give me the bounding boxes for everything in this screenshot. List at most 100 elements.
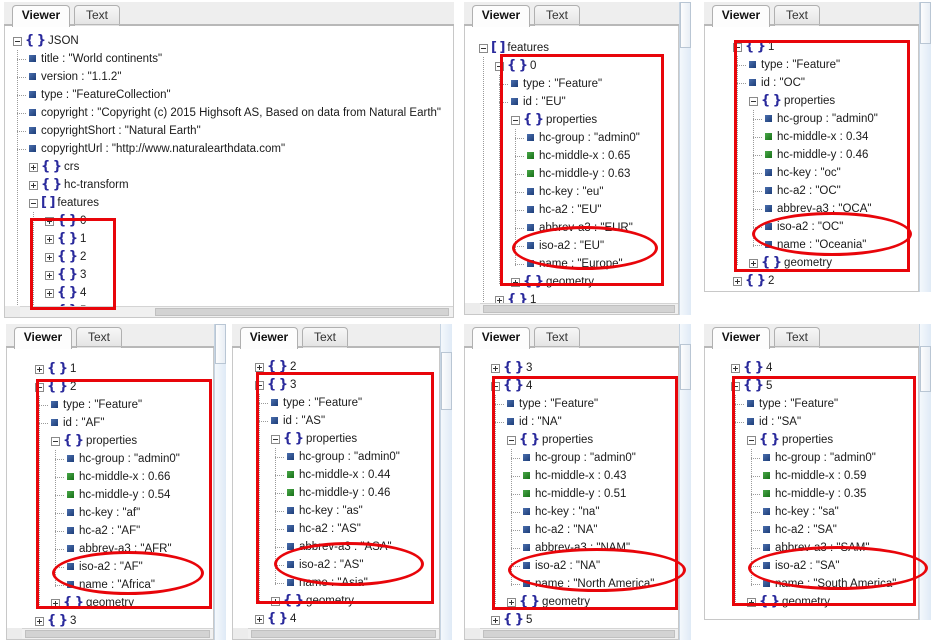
vertical-scroll-thumb[interactable] (680, 344, 691, 390)
plus-box-icon[interactable] (45, 289, 54, 298)
plus-box-icon[interactable] (747, 598, 756, 607)
json-tree-container[interactable]: { }1{ }2type : "Feature"id : "AF"{ }prop… (6, 348, 214, 640)
json-tree[interactable]: [ ]features{ }0type : "Feature"id : "EU"… (465, 26, 678, 314)
plus-box-icon[interactable] (507, 598, 516, 607)
tree-node-row[interactable]: { }4 (45, 284, 86, 302)
tree-node-row[interactable]: version : "1.1.2" (29, 68, 121, 86)
tree-node-row[interactable]: { }3 (255, 376, 296, 394)
tree-node-row[interactable]: hc-middle-x : 0.65 (527, 147, 630, 165)
tab-viewer[interactable]: Viewer (472, 5, 530, 27)
tree-node-row[interactable]: iso-a2 : "NA" (523, 557, 600, 575)
plus-box-icon[interactable] (45, 217, 54, 226)
vertical-scrollbar[interactable] (214, 324, 226, 640)
tree-node-row[interactable]: abbrev-a3 : "OCA" (765, 200, 871, 218)
tree-node-row[interactable]: id : "AF" (51, 414, 104, 432)
tree-node-row[interactable]: type : "Feature" (507, 395, 598, 413)
tree-node-row[interactable]: { }2 (733, 272, 774, 290)
json-tree[interactable]: { }2{ }3type : "Feature"id : "AS"{ }prop… (233, 348, 439, 639)
tree-node-row[interactable]: name : "South America" (763, 575, 896, 593)
tree-node-row[interactable]: { }properties (271, 430, 357, 448)
tree-node-row[interactable]: hc-group : "admin0" (67, 450, 180, 468)
tree-node-row[interactable]: hc-middle-x : 0.43 (523, 467, 626, 485)
horizontal-scroll-thumb[interactable] (483, 305, 675, 313)
tab-text[interactable]: Text (774, 327, 820, 348)
vertical-scrollbar[interactable] (679, 324, 691, 640)
json-tree-container[interactable]: { }3{ }4type : "Feature"id : "NA"{ }prop… (464, 348, 679, 640)
tree-node-row[interactable]: hc-middle-x : 0.34 (765, 128, 868, 146)
tree-node-row[interactable]: abbrev-a3 : "AFR" (67, 540, 172, 558)
horizontal-scrollbar[interactable] (465, 628, 678, 639)
json-viewer-panel-feature-0[interactable]: Viewer Text [ ]features{ }0type : "Featu… (464, 2, 679, 315)
tree-node-row[interactable]: type : "Feature" (271, 394, 362, 412)
json-tree[interactable]: { }1{ }2type : "Feature"id : "AF"{ }prop… (7, 348, 213, 639)
tree-node-row[interactable]: { }3 (491, 359, 532, 377)
tree-node-row[interactable]: hc-a2 : "SA" (763, 521, 837, 539)
tree-node-row[interactable]: { }crs (29, 158, 79, 176)
tree-node-row[interactable]: id : "SA" (747, 413, 801, 431)
tree-node-row[interactable]: hc-group : "admin0" (287, 448, 400, 466)
tree-node-row[interactable]: hc-middle-x : 0.59 (763, 467, 866, 485)
minus-box-icon[interactable] (747, 436, 756, 445)
tab-text[interactable]: Text (74, 5, 120, 26)
tree-node-row[interactable]: type : "FeatureCollection" (29, 86, 171, 104)
minus-box-icon[interactable] (13, 37, 22, 46)
tree-node-row[interactable]: { }geometry (749, 254, 832, 272)
tab-text[interactable]: Text (76, 327, 122, 348)
tree-node-row[interactable]: abbrev-a3 : "EUR" (527, 219, 633, 237)
tree-node-row[interactable]: abbrev-a3 : "SAM" (763, 539, 869, 557)
tree-node-row[interactable]: abbrev-a3 : "NAM" (523, 539, 630, 557)
tree-node-row[interactable]: hc-middle-y : 0.35 (763, 485, 866, 503)
json-viewer-panel-root[interactable]: Viewer Text { }JSONtitle : "World contin… (4, 2, 454, 318)
tree-node-row[interactable]: type : "Feature" (747, 395, 838, 413)
tree-node-row[interactable]: { }properties (747, 431, 833, 449)
tree-node-row[interactable]: hc-key : "oc" (765, 164, 841, 182)
plus-box-icon[interactable] (749, 259, 758, 268)
tab-viewer[interactable]: Viewer (12, 5, 70, 27)
horizontal-scroll-thumb[interactable] (155, 308, 449, 316)
tree-node-row[interactable]: hc-group : "admin0" (763, 449, 876, 467)
tree-node-row[interactable]: hc-middle-x : 0.44 (287, 466, 390, 484)
tree-node-row[interactable]: { }properties (51, 432, 137, 450)
tree-node-row[interactable]: copyrightShort : "Natural Earth" (29, 122, 201, 140)
plus-box-icon[interactable] (271, 597, 280, 606)
tree-node-row[interactable]: { }3 (45, 266, 86, 284)
plus-box-icon[interactable] (731, 364, 740, 373)
tree-node-row[interactable]: id : "EU" (511, 93, 566, 111)
horizontal-scrollbar[interactable] (465, 303, 678, 314)
json-tree-container[interactable]: { }2{ }3type : "Feature"id : "AS"{ }prop… (232, 348, 440, 640)
json-tree[interactable]: { }JSONtitle : "World continents"version… (5, 26, 453, 317)
plus-box-icon[interactable] (511, 278, 520, 287)
vertical-scroll-thumb[interactable] (215, 324, 226, 364)
tree-node-row[interactable]: abbrev-a3 : "ASA" (287, 538, 392, 556)
plus-box-icon[interactable] (491, 616, 500, 625)
tree-node-row[interactable]: iso-a2 : "EU" (527, 237, 604, 255)
tab-text[interactable]: Text (302, 327, 348, 348)
tree-node-row[interactable]: copyright : "Copyright (c) 2015 Highsoft… (29, 104, 441, 122)
minus-box-icon[interactable] (731, 382, 740, 391)
horizontal-scroll-thumb[interactable] (25, 630, 210, 638)
plus-box-icon[interactable] (29, 181, 38, 190)
tree-node-row[interactable]: hc-a2 : "OC" (765, 182, 841, 200)
minus-box-icon[interactable] (495, 62, 504, 71)
plus-box-icon[interactable] (491, 364, 500, 373)
tree-node-row[interactable]: { }JSON (13, 32, 79, 50)
json-tree-container[interactable]: { }1type : "Feature"id : "OC"{ }properti… (704, 26, 919, 292)
tree-node-row[interactable]: name : "Europe" (527, 255, 623, 273)
json-tree[interactable]: { }1type : "Feature"id : "OC"{ }properti… (705, 26, 918, 291)
tree-node-row[interactable]: iso-a2 : "SA" (763, 557, 839, 575)
tree-node-row[interactable]: { }0 (45, 212, 86, 230)
horizontal-scrollbar[interactable] (7, 628, 213, 639)
json-tree[interactable]: { }3{ }4type : "Feature"id : "NA"{ }prop… (465, 348, 678, 639)
tree-node-row[interactable]: id : "OC" (749, 74, 805, 92)
tree-node-row[interactable]: hc-a2 : "NA" (523, 521, 598, 539)
tree-node-row[interactable]: iso-a2 : "AS" (287, 556, 363, 574)
json-tree-container[interactable]: { }4{ }5type : "Feature"id : "SA"{ }prop… (704, 348, 919, 620)
tree-node-row[interactable]: { }2 (35, 378, 76, 396)
tree-node-row[interactable]: { }geometry (511, 273, 594, 291)
tree-node-row[interactable]: { }4 (491, 377, 532, 395)
plus-box-icon[interactable] (733, 277, 742, 286)
json-tree-container[interactable]: { }JSONtitle : "World continents"version… (4, 26, 454, 318)
plus-box-icon[interactable] (45, 271, 54, 280)
json-viewer-panel-feature-4[interactable]: Viewer Text { }3{ }4type : "Feature"id :… (464, 324, 679, 640)
tree-node-row[interactable]: id : "AS" (271, 412, 325, 430)
